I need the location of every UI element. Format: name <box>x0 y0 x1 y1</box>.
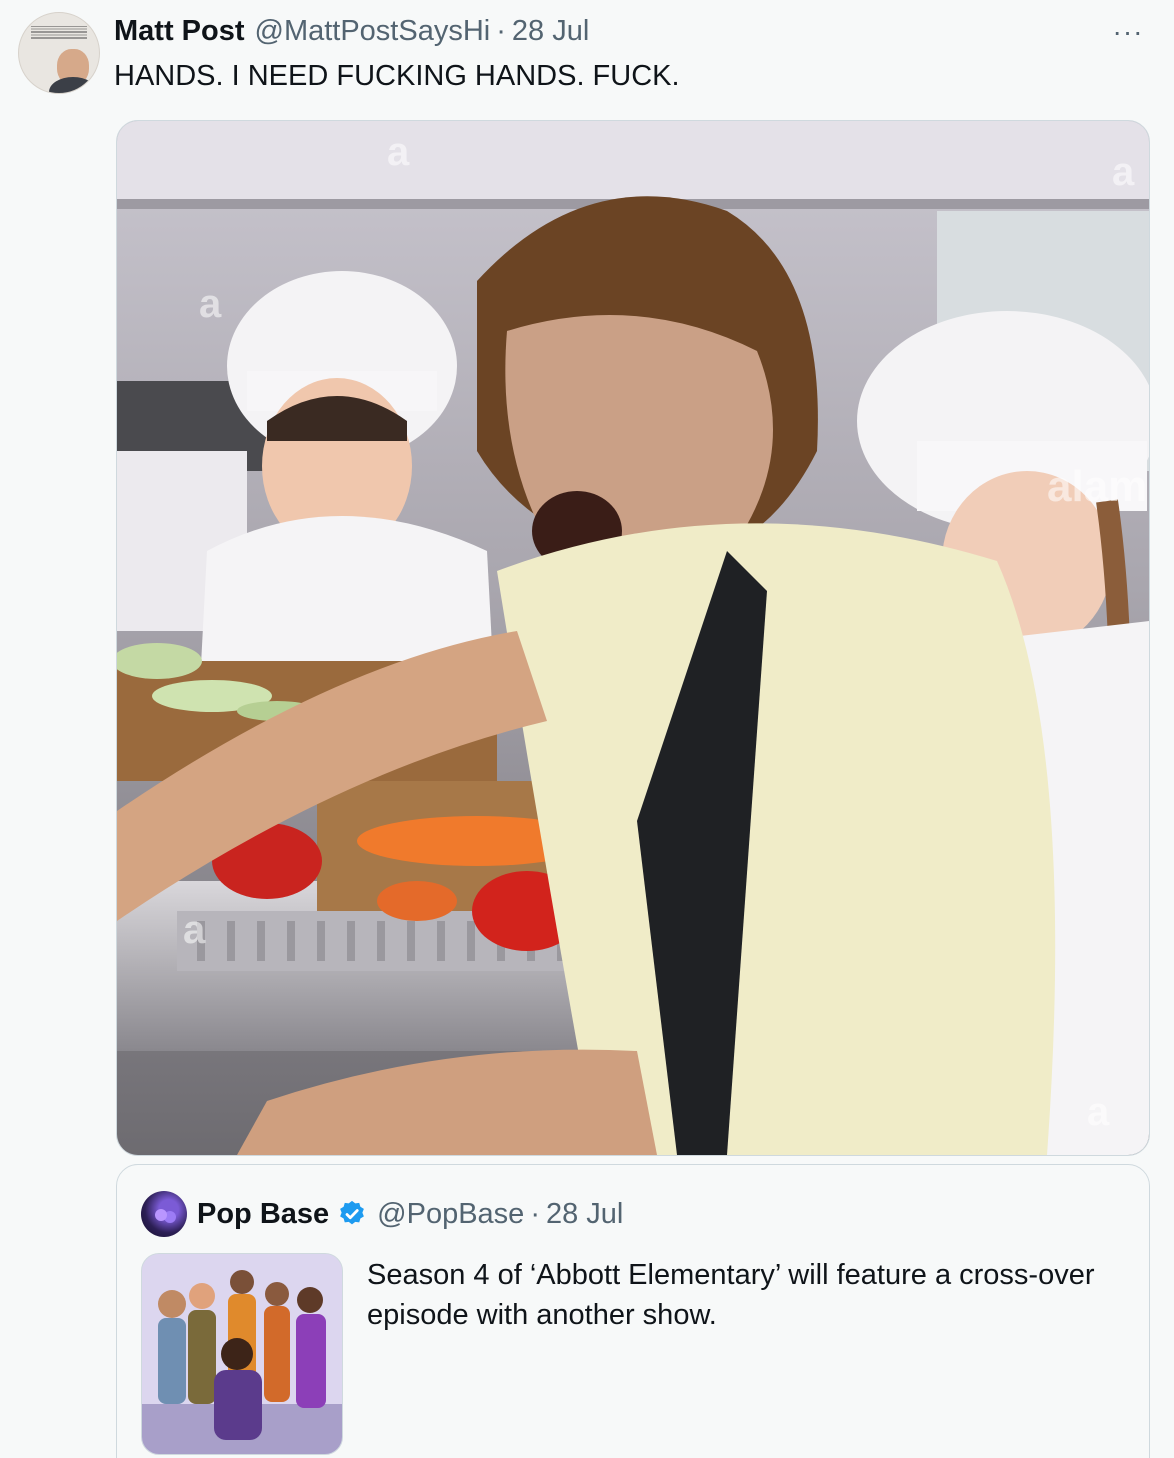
cherry-logo-icon <box>155 1209 167 1221</box>
watermark-word: alam <box>1047 462 1147 511</box>
tweet-page: Matt Post @MattPostSaysHi · 28 Jul ··· H… <box>0 0 1174 1458</box>
quoted-author-handle[interactable]: @PopBase <box>377 1198 524 1231</box>
tweet-header: Matt Post @MattPostSaysHi · 28 Jul <box>114 12 589 50</box>
avatar-body <box>49 77 97 93</box>
photo-illustration: a a a alam a a <box>117 121 1149 1155</box>
verified-badge-icon <box>340 1200 365 1225</box>
quoted-tweet-timestamp[interactable]: 28 Jul <box>546 1198 623 1231</box>
watermark-top-right: a <box>1112 150 1135 194</box>
quoted-tweet-header: Pop Base @PopBase · 28 Jul <box>197 1193 623 1235</box>
cast-photo-illustration <box>142 1254 342 1454</box>
more-options-button[interactable]: ··· <box>1110 14 1146 50</box>
watermark-left: a <box>199 282 222 326</box>
tweet-media-photo[interactable]: a a a alam a a <box>116 120 1150 1156</box>
avatar-caption-graphic <box>31 26 87 40</box>
quoted-tweet-text: Season 4 of ‘Abbott Elementary’ will fea… <box>367 1259 1095 1331</box>
watermark-bottom-right: a <box>1087 1090 1110 1134</box>
author-avatar[interactable] <box>18 12 100 94</box>
quoted-tweet-card[interactable]: Pop Base @PopBase · 28 Jul Season 4 of ‘… <box>116 1164 1150 1458</box>
quoted-header-separator: · <box>530 1197 540 1230</box>
header-separator: · <box>496 14 506 47</box>
quoted-author-avatar[interactable] <box>141 1191 187 1237</box>
author-handle[interactable]: @MattPostSaysHi <box>255 15 491 48</box>
more-horizontal-icon: ··· <box>1112 16 1144 47</box>
tweet-text: HANDS. I NEED FUCKING HANDS. FUCK. <box>114 60 680 92</box>
quoted-author-display-name[interactable]: Pop Base <box>197 1198 329 1231</box>
watermark-counter: a <box>183 908 206 952</box>
tweet-timestamp[interactable]: 28 Jul <box>512 15 589 48</box>
watermark-top: a <box>387 130 410 174</box>
quoted-tweet-thumbnail[interactable] <box>141 1253 343 1455</box>
author-display-name[interactable]: Matt Post <box>114 15 245 48</box>
